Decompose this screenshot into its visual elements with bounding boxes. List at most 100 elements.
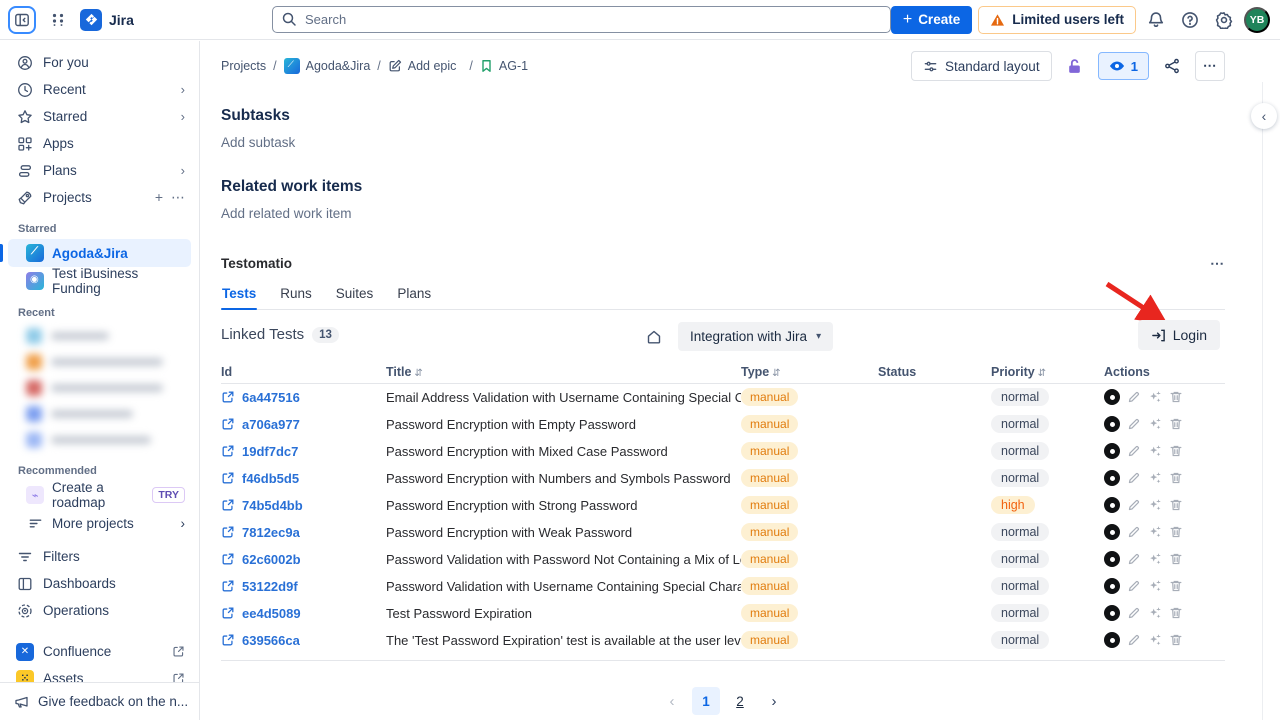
testomatio-tab[interactable]: Suites: [335, 286, 375, 309]
test-id-link[interactable]: a706a977: [221, 417, 386, 432]
unlock-button[interactable]: [1060, 51, 1090, 81]
view-test-button[interactable]: [1104, 443, 1120, 459]
sidebar-nav-item[interactable]: Projects › +⋯: [8, 184, 191, 211]
ai-generate-button[interactable]: [1148, 498, 1162, 512]
breadcrumb-project[interactable]: Agoda&Jira: [284, 58, 371, 74]
projects-more-icon[interactable]: ⋯: [171, 189, 185, 206]
help-button[interactable]: [1176, 6, 1204, 34]
edit-test-button[interactable]: [1127, 471, 1141, 485]
testomatio-tab[interactable]: Tests: [221, 286, 257, 309]
edit-test-button[interactable]: [1127, 552, 1141, 566]
column-header[interactable]: Status⇵: [878, 365, 991, 379]
ai-generate-button[interactable]: [1148, 417, 1162, 431]
sidebar-nav-item[interactable]: Recent › +⋯: [8, 76, 191, 103]
add-subtask-button[interactable]: Add subtask: [221, 135, 1225, 150]
test-id-link[interactable]: 62c6002b: [221, 552, 386, 567]
notifications-button[interactable]: [1142, 6, 1170, 34]
breadcrumb-add-epic[interactable]: Add epic: [388, 59, 457, 73]
recent-item-blurred[interactable]: [8, 349, 191, 375]
test-id-link[interactable]: ee4d5089: [221, 606, 386, 621]
next-page-button[interactable]: ›: [760, 687, 788, 715]
view-test-button[interactable]: [1104, 389, 1120, 405]
column-header[interactable]: Priority⇵: [991, 365, 1104, 379]
testomatio-tab[interactable]: Runs: [279, 286, 313, 309]
test-id-link[interactable]: f46db5d5: [221, 471, 386, 486]
view-test-button[interactable]: [1104, 551, 1120, 567]
column-header[interactable]: Type⇵: [741, 365, 878, 379]
delete-test-button[interactable]: [1169, 417, 1183, 431]
sidebar-nav-item[interactable]: Apps › +⋯: [8, 130, 191, 157]
edit-test-button[interactable]: [1127, 525, 1141, 539]
sidebar-project-agoda-jira[interactable]: Agoda&Jira: [8, 239, 191, 267]
recent-item-blurred[interactable]: [8, 375, 191, 401]
column-header[interactable]: Actions⇵: [1104, 365, 1225, 379]
limited-users-button[interactable]: Limited users left: [978, 6, 1136, 34]
page-more-button[interactable]: ⋯: [1195, 51, 1225, 81]
project-dropdown[interactable]: Integration with Jira ▾: [678, 322, 833, 351]
delete-test-button[interactable]: [1169, 498, 1183, 512]
settings-button[interactable]: [1210, 6, 1238, 34]
prev-page-button[interactable]: ‹: [658, 687, 686, 715]
column-header[interactable]: Id⇵: [221, 365, 386, 379]
ai-generate-button[interactable]: [1148, 633, 1162, 647]
edit-test-button[interactable]: [1127, 417, 1141, 431]
collapse-panel-button[interactable]: ‹: [1251, 103, 1277, 129]
sidebar-external-app[interactable]: ✕ Confluence: [8, 638, 191, 665]
delete-test-button[interactable]: [1169, 633, 1183, 647]
test-id-link[interactable]: 53122d9f: [221, 579, 386, 594]
breadcrumb-projects[interactable]: Projects: [221, 59, 266, 73]
edit-test-button[interactable]: [1127, 444, 1141, 458]
edit-test-button[interactable]: [1127, 633, 1141, 647]
edit-test-button[interactable]: [1127, 606, 1141, 620]
test-id-link[interactable]: 74b5d4bb: [221, 498, 386, 513]
sidebar-item-more-projects[interactable]: More projects ›: [8, 509, 191, 537]
view-test-button[interactable]: [1104, 578, 1120, 594]
view-test-button[interactable]: [1104, 416, 1120, 432]
edit-test-button[interactable]: [1127, 579, 1141, 593]
sidebar-nav-item[interactable]: For you › +⋯: [8, 49, 191, 76]
ai-generate-button[interactable]: [1148, 606, 1162, 620]
jira-brand[interactable]: Jira: [80, 9, 134, 31]
add-related-work-button[interactable]: Add related work item: [221, 206, 1225, 221]
ai-generate-button[interactable]: [1148, 579, 1162, 593]
ai-generate-button[interactable]: [1148, 444, 1162, 458]
sidebar-item-create-roadmap[interactable]: ⌁ Create a roadmap TRY: [8, 481, 191, 509]
ai-generate-button[interactable]: [1148, 525, 1162, 539]
delete-test-button[interactable]: [1169, 471, 1183, 485]
view-test-button[interactable]: [1104, 605, 1120, 621]
page-button[interactable]: 1: [692, 687, 720, 715]
standard-layout-button[interactable]: Standard layout: [911, 51, 1052, 81]
delete-test-button[interactable]: [1169, 552, 1183, 566]
delete-test-button[interactable]: [1169, 525, 1183, 539]
user-avatar[interactable]: YB: [1244, 7, 1270, 33]
testomatio-more-button[interactable]: ⋯: [1210, 255, 1225, 272]
ai-generate-button[interactable]: [1148, 552, 1162, 566]
ai-generate-button[interactable]: [1148, 390, 1162, 404]
search-input[interactable]: [272, 6, 891, 33]
view-test-button[interactable]: [1104, 632, 1120, 648]
sidebar-project-test-ibusiness[interactable]: Test iBusiness Funding: [8, 267, 191, 295]
home-button[interactable]: [644, 327, 664, 347]
recent-item-blurred[interactable]: [8, 401, 191, 427]
add-project-icon[interactable]: +: [155, 189, 163, 206]
delete-test-button[interactable]: [1169, 606, 1183, 620]
recent-item-blurred[interactable]: [8, 323, 191, 349]
page-button[interactable]: 2: [726, 687, 754, 715]
recent-item-blurred[interactable]: [8, 427, 191, 453]
test-id-link[interactable]: 6a447516: [221, 390, 386, 405]
edit-test-button[interactable]: [1127, 498, 1141, 512]
test-id-link[interactable]: 19df7dc7: [221, 444, 386, 459]
view-test-button[interactable]: [1104, 524, 1120, 540]
login-button[interactable]: Login: [1138, 320, 1220, 350]
testomatio-tab[interactable]: Plans: [396, 286, 432, 309]
sidebar-toggle-button[interactable]: [8, 6, 36, 34]
sidebar-nav-item[interactable]: Starred › +⋯: [8, 103, 191, 130]
sidebar-nav-item[interactable]: Filters: [8, 543, 191, 570]
delete-test-button[interactable]: [1169, 390, 1183, 404]
test-id-link[interactable]: 639566ca: [221, 633, 386, 648]
sidebar-nav-item[interactable]: Dashboards: [8, 570, 191, 597]
test-id-link[interactable]: 7812ec9a: [221, 525, 386, 540]
edit-test-button[interactable]: [1127, 390, 1141, 404]
sidebar-nav-item[interactable]: Plans › +⋯: [8, 157, 191, 184]
share-button[interactable]: [1157, 51, 1187, 81]
